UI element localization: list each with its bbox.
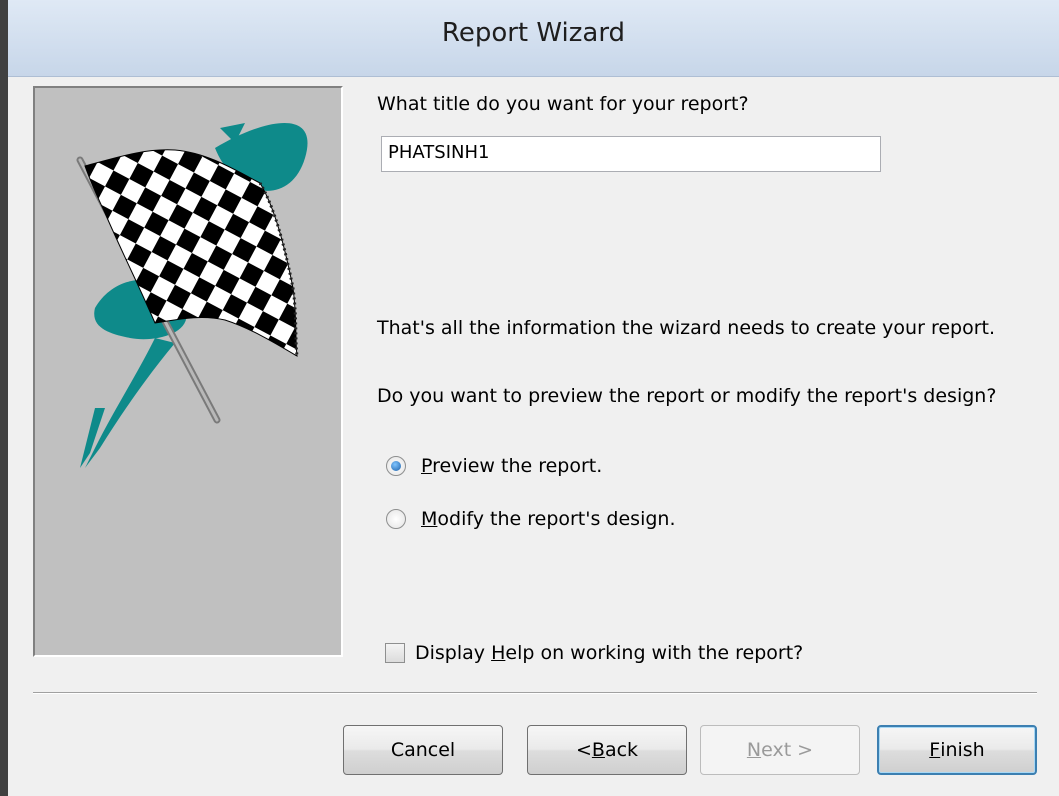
wizard-image-panel [33,86,343,657]
question-text: Do you want to preview the report or mod… [377,385,997,407]
report-title-input[interactable]: PHATSINH1 [381,136,881,172]
display-help-label[interactable]: Display Help on working with the report? [415,642,803,664]
report-title-prompt: What title do you want for your report? [377,93,749,115]
cancel-button[interactable]: Cancel [343,725,503,775]
checkered-flag-icon [76,123,308,468]
finish-button[interactable]: Finish [877,725,1037,775]
title-bar[interactable]: Report Wizard [8,0,1059,77]
back-button[interactable]: < Back [527,725,687,775]
modify-label[interactable]: Modify the report's design. [421,508,676,530]
preview-radio[interactable] [386,456,406,476]
window-left-edge [0,0,8,796]
next-button[interactable]: Next > [700,725,860,775]
modify-radio[interactable] [386,509,406,529]
display-help-option[interactable]: Display Help on working with the report? [385,642,803,664]
preview-report-option[interactable]: Preview the report. [386,455,602,477]
button-separator [33,692,1037,694]
modify-design-option[interactable]: Modify the report's design. [386,508,676,530]
window-title: Report Wizard [441,18,626,48]
display-help-checkbox[interactable] [385,643,405,663]
preview-label[interactable]: Preview the report. [421,455,602,477]
info-text: That's all the information the wizard ne… [377,317,996,339]
